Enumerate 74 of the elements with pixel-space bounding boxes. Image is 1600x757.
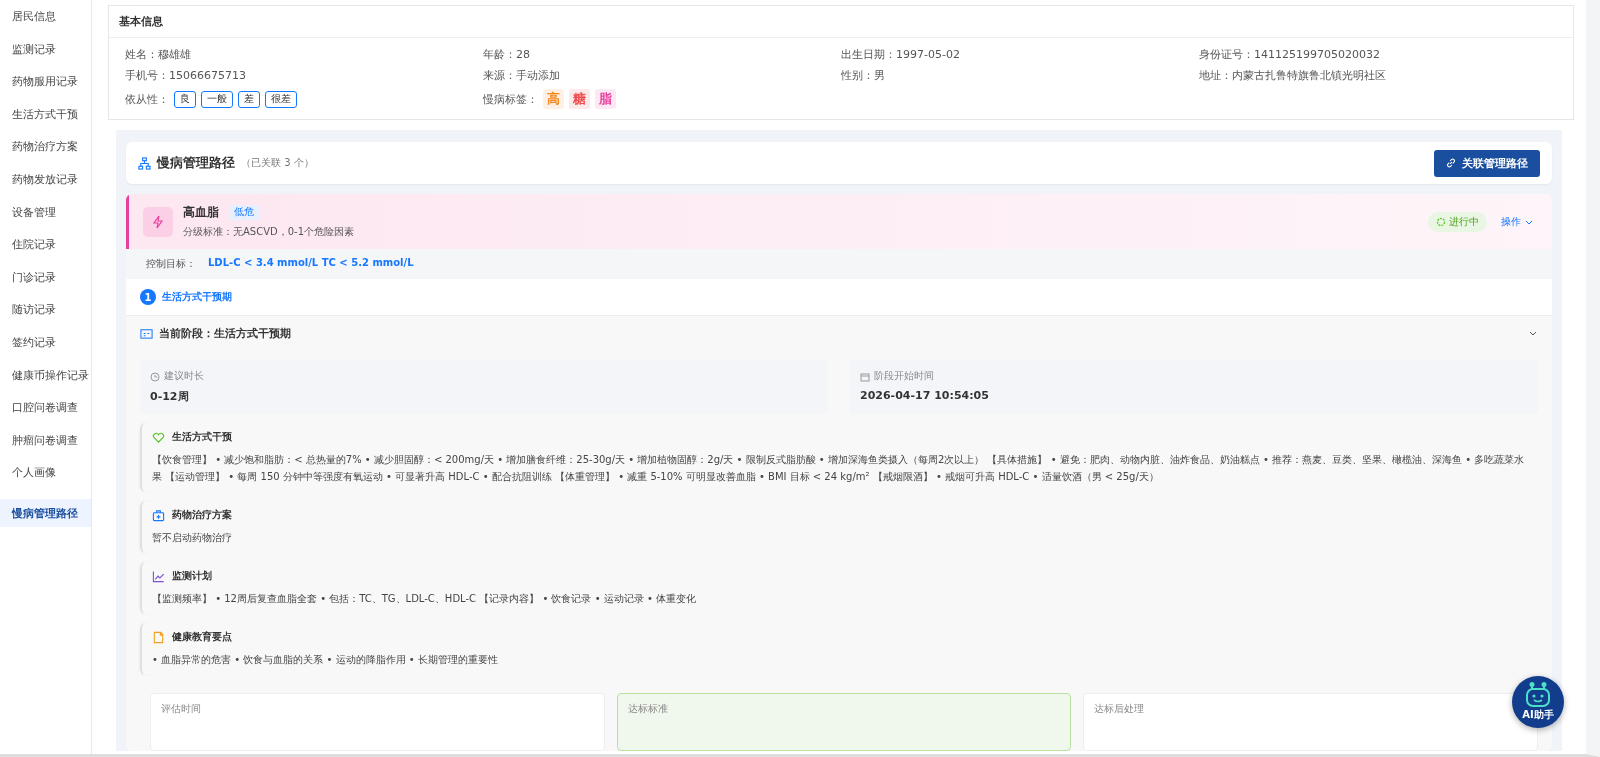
calendar-icon [140, 326, 153, 340]
card-label: 评估时间 [161, 703, 201, 714]
section-heading: 生活方式干预 [172, 430, 232, 444]
section-text: 暂不启动药物治疗 [152, 531, 233, 545]
sidebar-item[interactable]: 监测记录 [0, 40, 91, 74]
info-field: 年龄：28 [483, 47, 841, 62]
sidebar-item[interactable]: 门诊记录 [0, 268, 91, 302]
link-path-button[interactable]: 关联管理路径 [1434, 149, 1540, 177]
info-field: 姓名：穆雄雄 [125, 47, 483, 62]
compliance-option[interactable]: 差 [238, 90, 260, 108]
section-heading: 监测计划 [172, 569, 212, 583]
info-field: 身份证号：141125199705020032 [1199, 47, 1557, 62]
section-heading: 药物治疗方案 [172, 508, 232, 522]
disease-name: 高血脂 [183, 204, 219, 221]
meta-label: 建议时长 [164, 370, 204, 383]
step-number: 1 [140, 289, 156, 305]
start-time-value: 2026-04-17 10:54:05 [860, 389, 990, 402]
sidebar-item[interactable]: 随访记录 [0, 301, 91, 334]
loading-icon [1436, 216, 1446, 227]
section-text: • 血脂异常的危害 • 饮食与血脂的关系 • 运动的降脂作用 • 长期管理的重要性 [152, 653, 499, 667]
robot-icon [1523, 682, 1553, 708]
sidebar-item[interactable]: 设备管理 [0, 203, 91, 237]
disease-tag: 脂 [595, 89, 616, 109]
link-icon [1446, 158, 1456, 168]
compliance-option[interactable]: 良 [174, 90, 196, 108]
sidebar-item[interactable]: 口腔问卷调查 [0, 399, 91, 432]
calendar-icon [860, 371, 870, 382]
clock-icon [150, 371, 160, 382]
sidebar-item[interactable]: 肿瘤问卷调查 [0, 431, 91, 465]
info-field: 性别：男 [841, 68, 1199, 83]
meta-label: 阶段开始时间 [874, 370, 934, 383]
info-field: 地址：内蒙古扎鲁特旗鲁北镇光明社区 [1199, 68, 1557, 83]
grading-criteria: 分级标准：无ASCVD，0-1个危险因素 [183, 225, 356, 239]
field-label: 慢病标签： [483, 91, 538, 107]
section-heading: 健康教育要点 [172, 630, 232, 644]
info-field: 手机号：15066675713 [125, 68, 483, 83]
compliance-option[interactable]: 一般 [201, 90, 233, 108]
sidebar-item[interactable]: 药物治疗方案 [0, 138, 91, 171]
lightning-icon [143, 206, 173, 237]
status-badge: 进行中 [1428, 211, 1487, 232]
disease-tag: 糖 [569, 89, 590, 109]
info-field: 来源：手动添加 [483, 68, 841, 83]
medical-kit-icon [152, 508, 165, 522]
sidebar-item[interactable]: 生活方式干预 [0, 105, 91, 139]
sidebar-item[interactable]: 慢病管理路径 [0, 498, 91, 527]
line-chart-icon [152, 569, 165, 583]
sidebar-item[interactable]: 药物发放记录 [0, 170, 91, 204]
duration-value: 0-12周 [150, 389, 190, 404]
heart-icon [152, 430, 165, 444]
sidebar-item[interactable]: 健康币操作记录 [0, 366, 91, 400]
sidebar-item[interactable]: 药物服用记录 [0, 73, 91, 106]
control-goal: LDL-C < 3.4 mmol/L TC < 5.2 mmol/L [208, 257, 414, 270]
compliance-option[interactable]: 很差 [265, 90, 297, 108]
sidebar-item[interactable]: 居民信息 [0, 8, 91, 41]
document-icon [152, 630, 165, 644]
linked-count: （已关联 3 个） [241, 156, 314, 170]
stage-title: 当前阶段：生活方式干预期 [159, 325, 291, 341]
card-label: 达标标准 [627, 703, 668, 714]
risk-badge: 低危 [229, 205, 259, 220]
sidebar-item[interactable]: 签约记录 [0, 333, 91, 367]
section-text: 【监测频率】 • 12周后复查血脂全套 • 包括：TC、TG、LDL-C、HDL-C 【记录内容】 • 饮食记录 • 运动记录 • 体重变化 [152, 592, 697, 606]
sidebar-item[interactable]: 住院记录 [0, 236, 91, 269]
sidebar-item[interactable]: 个人画像 [0, 464, 91, 497]
section-text: 【饮食管理】 • 减少饱和脂肪：< 总热量的7% • 减少胆固醇：< 200mg/天 • 增加膳食纤维：25-30g/天 • 增加植物固醇：2g/天 • 限制反式脂肪酸 • 增加深海鱼类摄入（每周2次以上） 【具体措施】 • 避免：肥肉、动物内脏、油炸食品、奶油糕点 • 推荐：燕麦、豆类、坚果、橄榄油、深海鱼 • 多吃蔬菜水果 【运动管理】 • 每周 150 分钟中等强度有氧运动 • 可显著升高 HDL-C • 配合抗阻训练 【体重管理】 • 减重 5-10% 可明显改善血脂 • BMI 目标 < 24 kg/m² 【戒烟限酒】 • 戒烟可升高 HDL-C • 适量饮酒（男 < 25g/天） [152, 453, 1526, 484]
goal-label: 控制目标： [146, 257, 196, 271]
card-label: 达标后处理 [1094, 703, 1145, 714]
hierarchy-icon [138, 156, 151, 170]
action-dropdown[interactable]: 操作 [1497, 214, 1538, 229]
field-label: 依从性： [125, 91, 169, 107]
step-tab[interactable]: 1 生活方式干预期 [140, 289, 1538, 305]
section-title: 慢病管理路径 [157, 154, 235, 172]
disease-tag: 高 [543, 89, 564, 109]
info-field: 出生日期：1997-05-02 [841, 47, 1199, 62]
card-title: 基本信息 [109, 6, 1573, 38]
